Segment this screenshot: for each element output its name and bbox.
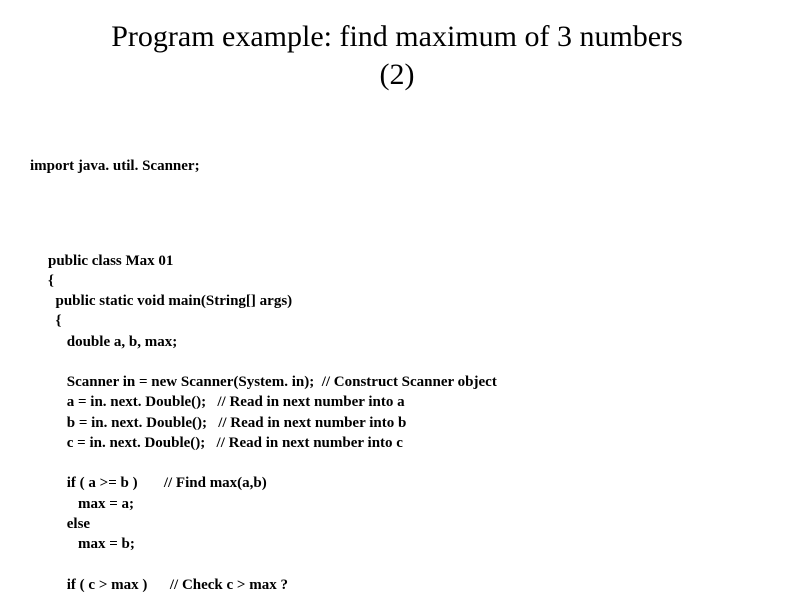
code-line: max = b; — [48, 536, 135, 552]
code-line: double a, b, max; — [48, 334, 177, 350]
code-line: { — [48, 313, 61, 329]
title-line-2: (2) — [380, 58, 415, 91]
code-line: max = a; — [48, 496, 134, 512]
code-line: if ( c > max ) // Check c > max ? — [48, 577, 288, 593]
code-line: else — [48, 516, 90, 532]
code-line: public class Max 01 — [48, 253, 173, 269]
code-line: c = in. next. Double(); // Read in next … — [48, 435, 403, 451]
code-line: public static void main(String[] args) — [48, 293, 292, 309]
code-line: Scanner in = new Scanner(System. in); //… — [48, 374, 497, 390]
code-import: import java. util. Scanner; — [30, 156, 764, 176]
code-block: import java. util. Scanner; public class… — [30, 115, 764, 595]
title-line-1: Program example: find maximum of 3 numbe… — [111, 20, 683, 53]
code-body: public class Max 01 { public static void… — [30, 230, 764, 595]
slide: Program example: find maximum of 3 numbe… — [0, 0, 794, 595]
code-line: if ( a >= b ) // Find max(a,b) — [48, 475, 267, 491]
code-line: a = in. next. Double(); // Read in next … — [48, 394, 405, 410]
code-line: { — [48, 273, 54, 289]
slide-title: Program example: find maximum of 3 numbe… — [30, 18, 764, 93]
code-line: b = in. next. Double(); // Read in next … — [48, 415, 406, 431]
